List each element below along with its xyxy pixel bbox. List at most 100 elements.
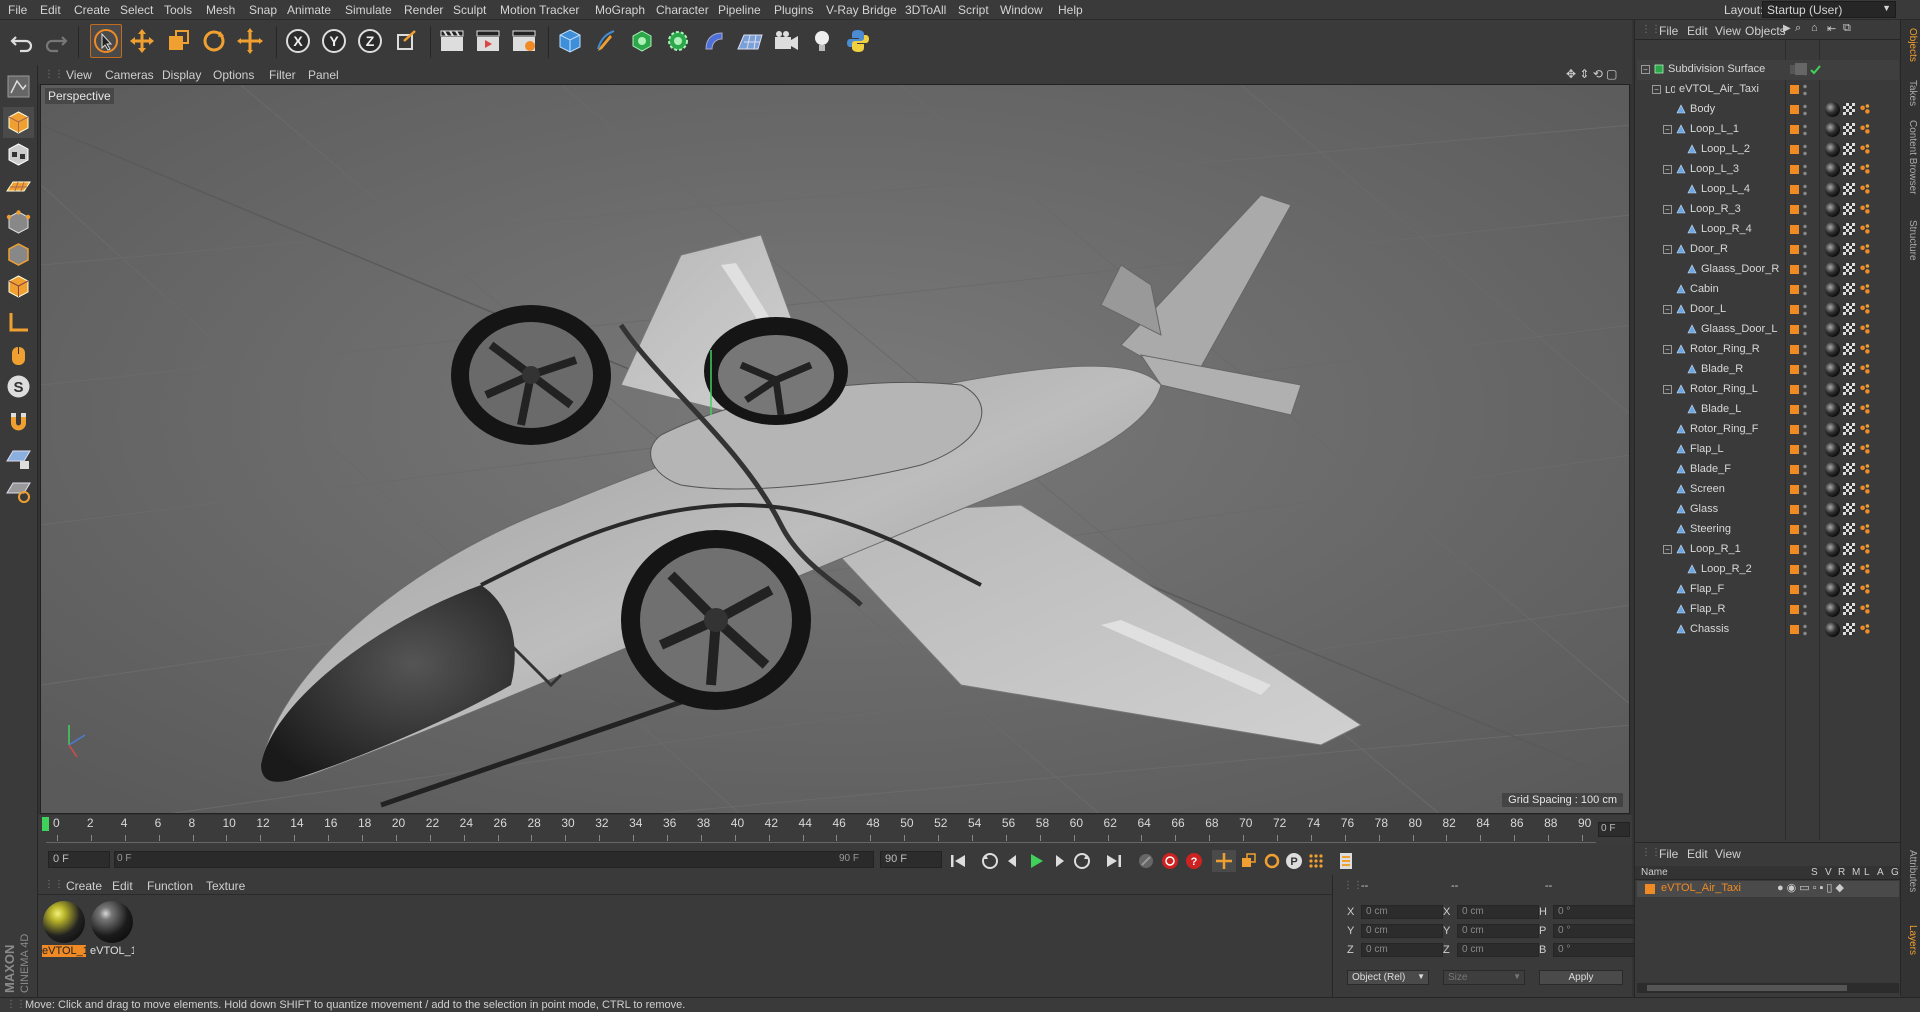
planar-workplane-button[interactable] (3, 475, 34, 506)
layer-color-swatch[interactable] (1790, 425, 1799, 434)
visibility-dots[interactable] (1803, 403, 1807, 417)
object-name[interactable]: Body (1690, 103, 1715, 115)
layout-select[interactable]: Startup (User) ▼ (1762, 1, 1896, 18)
material-tag-icon[interactable] (1825, 242, 1840, 257)
playhead-marker[interactable] (42, 817, 49, 831)
material-tag-icon[interactable] (1825, 362, 1840, 377)
layer-scrollbar[interactable] (1637, 983, 1899, 993)
rotation-field[interactable]: 0 ° (1553, 905, 1635, 919)
layer-color-swatch[interactable] (1790, 165, 1799, 174)
menu-animate[interactable]: Animate (287, 3, 331, 17)
object-name[interactable]: Flap_F (1690, 583, 1724, 595)
cloner-button[interactable] (662, 24, 694, 58)
uvw-tag-icon[interactable] (1843, 443, 1855, 455)
object-name[interactable]: Flap_R (1690, 603, 1725, 615)
tree-expander-icon[interactable]: − (1663, 165, 1672, 174)
lock-workplane-button[interactable] (3, 443, 34, 474)
material-tag-icon[interactable] (1825, 202, 1840, 217)
object-tree-row[interactable]: Flap_R (1637, 600, 1899, 620)
tab-attributes[interactable]: Attributes (1903, 850, 1918, 892)
material-tag-icon[interactable] (1825, 182, 1840, 197)
menu-sculpt[interactable]: Sculpt (453, 3, 486, 17)
material-menu-function[interactable]: Function (147, 879, 193, 893)
object-name[interactable]: Flap_L (1690, 443, 1724, 455)
x-axis-lock[interactable]: X (282, 24, 314, 58)
previous-frame-button[interactable] (1000, 850, 1024, 872)
selection-tag-icon[interactable] (1859, 563, 1871, 575)
layer-color-swatch[interactable] (1790, 465, 1799, 474)
menu-more-arrow-icon[interactable]: ▶ (1783, 23, 1791, 34)
object-menu-edit[interactable]: Edit (1687, 24, 1708, 38)
play-forward-button[interactable] (1024, 850, 1048, 872)
new-window-icon[interactable]: ⧉ (1843, 22, 1851, 35)
material-tag-icon[interactable] (1825, 262, 1840, 277)
object-tree-row[interactable]: Flap_F (1637, 580, 1899, 600)
material-tag-icon[interactable] (1825, 582, 1840, 597)
selection-tag-icon[interactable] (1859, 583, 1871, 595)
menu-pipeline[interactable]: Pipeline (718, 3, 761, 17)
object-tree-row[interactable]: Blade_L (1637, 400, 1899, 420)
layer-color-swatch[interactable] (1790, 105, 1799, 114)
object-name[interactable]: Glaass_Door_R (1701, 263, 1779, 275)
tab-content-browser[interactable]: Content Browser (1903, 120, 1918, 194)
object-name[interactable]: Blade_L (1701, 403, 1741, 415)
selection-tag-icon[interactable] (1859, 223, 1871, 235)
visibility-dots[interactable] (1803, 443, 1807, 457)
end-frame-field[interactable]: 90 F (880, 851, 942, 868)
visibility-dots[interactable] (1803, 283, 1807, 297)
selection-tag-icon[interactable] (1859, 143, 1871, 155)
selection-tag-icon[interactable] (1859, 423, 1871, 435)
python-script-button[interactable] (842, 24, 874, 58)
object-tree-row[interactable]: − Rotor_Ring_R (1637, 340, 1899, 360)
layer-toggle-icons[interactable]: ●◉▭▫▪▯◆ (1777, 881, 1847, 894)
menu-file[interactable]: File (8, 3, 27, 17)
camera-button[interactable] (770, 24, 802, 58)
uvw-tag-icon[interactable] (1843, 503, 1855, 515)
snap-button[interactable]: S (3, 371, 34, 402)
menu-mograph[interactable]: MoGraph (595, 3, 645, 17)
menu-plugins[interactable]: Plugins (774, 3, 813, 17)
menu-character[interactable]: Character (656, 3, 709, 17)
layer-color-swatch[interactable] (1790, 265, 1799, 274)
selection-tag-icon[interactable] (1859, 283, 1871, 295)
object-tree-row[interactable]: Blade_F (1637, 460, 1899, 480)
workplane-mode-button[interactable] (3, 171, 34, 202)
object-name[interactable]: Rotor_Ring_R (1690, 343, 1760, 355)
tab-layers[interactable]: Layers (1903, 925, 1918, 955)
z-axis-lock[interactable]: Z (354, 24, 386, 58)
object-tree-row[interactable]: Glaass_Door_R (1637, 260, 1899, 280)
menu-help[interactable]: Help (1058, 3, 1083, 17)
object-tree-row[interactable]: − Loop_R_1 (1637, 540, 1899, 560)
menu-select[interactable]: Select (120, 3, 153, 17)
menu-script[interactable]: Script (958, 3, 989, 17)
next-frame-button[interactable] (1048, 850, 1072, 872)
material-swatch[interactable]: eVTOL_1 (90, 900, 134, 960)
search-icon[interactable]: ⌕ (1795, 22, 1801, 35)
object-tree-row[interactable]: Glass (1637, 500, 1899, 520)
visibility-dots[interactable] (1803, 203, 1807, 217)
selection-tag-icon[interactable] (1859, 443, 1871, 455)
uvw-tag-icon[interactable] (1843, 303, 1855, 315)
edges-mode-button[interactable] (3, 239, 34, 270)
selection-tag-icon[interactable] (1859, 303, 1871, 315)
tree-expander-icon[interactable]: − (1663, 305, 1672, 314)
key-position-button[interactable] (1212, 850, 1236, 872)
start-frame-field[interactable]: 0 F (48, 851, 110, 868)
layer-column-l[interactable]: L (1864, 867, 1870, 878)
uvw-tag-icon[interactable] (1843, 223, 1855, 235)
layer-color-swatch[interactable] (1790, 385, 1799, 394)
object-tree-row[interactable]: − Loop_R_3 (1637, 200, 1899, 220)
material-tag-icon[interactable] (1825, 622, 1840, 637)
layer-color-swatch[interactable] (1790, 325, 1799, 334)
uvw-tag-icon[interactable] (1843, 403, 1855, 415)
position-field[interactable]: 0 cm (1361, 943, 1443, 957)
visibility-dots[interactable] (1803, 563, 1807, 577)
axis-mode-button[interactable] (3, 307, 34, 338)
tree-expander-icon[interactable]: − (1663, 385, 1672, 394)
uvw-tag-icon[interactable] (1843, 243, 1855, 255)
timeline-ruler[interactable]: 0 2 4 6 8 10 12 14 16 18 20 22 24 26 28 30 32 34 36 38 40 42 4… (38, 815, 1632, 845)
key-point-level-button[interactable] (1304, 850, 1328, 872)
selection-tag-icon[interactable] (1859, 363, 1871, 375)
uvw-tag-icon[interactable] (1843, 143, 1855, 155)
object-tree-row[interactable]: − L0 eVTOL_Air_Taxi (1637, 80, 1899, 100)
